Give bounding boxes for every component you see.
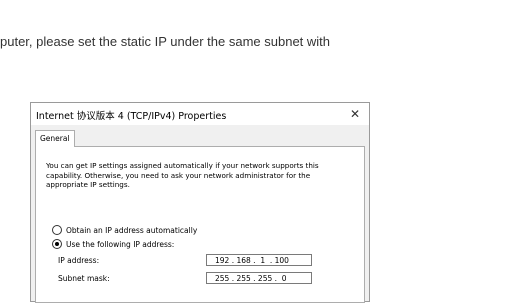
dialog-title: Internet 协议版本 4 (TCP/IPv4) Properties [36,111,227,122]
radio-label-automatic: Obtain an IP address automatically [66,225,198,235]
ip-address-label: IP address: [58,256,100,265]
radio-button-unchecked[interactable] [52,225,62,235]
ipv4-properties-dialog: Internet 协议版本 4 (TCP/IPv4) Properties ✕ … [30,102,370,303]
radio-use-following[interactable]: Use the following IP address: [52,239,174,249]
dialog-titlebar: Internet 协议版本 4 (TCP/IPv4) Properties ✕ [31,103,369,125]
instruction-text: puter, please set the static IP under th… [0,34,331,49]
radio-label-manual: Use the following IP address: [66,239,175,249]
radio-button-checked[interactable] [52,239,62,249]
subnet-mask-input[interactable]: 255 . 255 . 255 . 0 [206,272,312,284]
general-panel: You can get IP settings assigned automat… [35,146,365,303]
ip-address-input[interactable]: 192 . 168 . 1 . 100 [206,254,312,266]
subnet-mask-label: Subnet mask: [58,274,110,283]
settings-description: You can get IP settings assigned automat… [46,161,319,189]
radio-obtain-automatically[interactable]: Obtain an IP address automatically [52,225,197,235]
tab-general[interactable]: General [35,130,75,147]
close-icon[interactable]: ✕ [341,103,369,125]
